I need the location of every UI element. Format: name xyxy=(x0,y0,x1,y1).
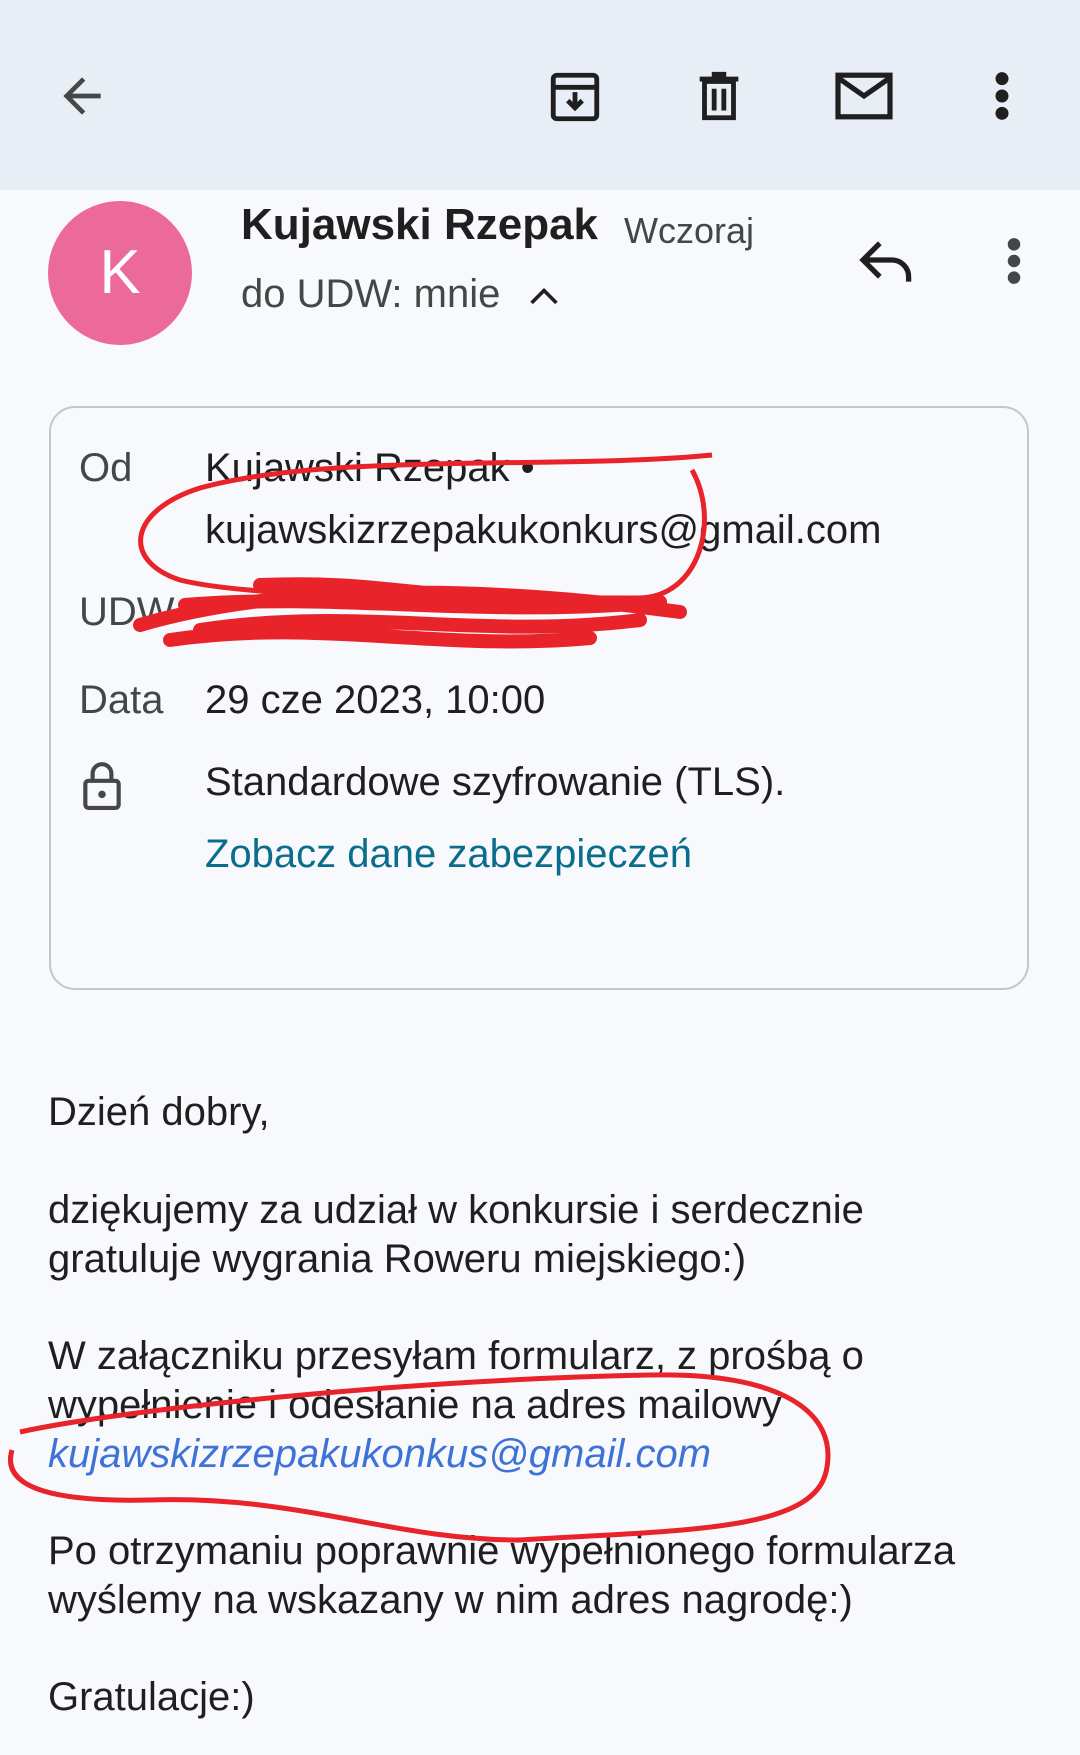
paragraph-1: dziękujemy za udział w konkursie i serde… xyxy=(48,1186,864,1284)
from-label: Od xyxy=(79,446,133,490)
paragraph-1-line-1: dziękujemy za udział w konkursie i serde… xyxy=(48,1188,864,1232)
message-more-icon[interactable] xyxy=(1002,236,1026,286)
paragraph-2: W załączniku przesyłam formularz, z proś… xyxy=(48,1332,864,1479)
date-label: Data xyxy=(79,678,164,722)
body-email-link[interactable]: kujawskizrzepakukonkus@gmail.com xyxy=(48,1430,864,1479)
from-name: Kujawski Rzepak • xyxy=(205,446,535,490)
closing: Gratulacje:) xyxy=(48,1675,255,1719)
more-vert-icon[interactable] xyxy=(990,70,1014,122)
security-details-link[interactable]: Zobacz dane zabezpieczeń xyxy=(205,832,692,877)
recipients-label: do UDW: mnie xyxy=(241,272,501,316)
paragraph-3: Po otrzymaniu poprawnie wypełnionego for… xyxy=(48,1527,955,1625)
message-time: Wczoraj xyxy=(624,210,755,251)
date-value: 29 cze 2023, 10:00 xyxy=(205,678,546,722)
lock-icon xyxy=(83,762,121,810)
paragraph-3-line-2: wyślemy na wskazany w nim adres nagrodę:… xyxy=(48,1578,853,1622)
paragraph-3-line-1: Po otrzymaniu poprawnie wypełnionego for… xyxy=(48,1529,956,1573)
from-email: kujawskizrzepakukonkurs@gmail.com xyxy=(205,508,882,552)
reply-icon[interactable] xyxy=(858,236,916,284)
back-arrow-icon[interactable] xyxy=(54,68,110,124)
avatar[interactable]: K xyxy=(48,201,192,345)
sender-name: Kujawski Rzepak xyxy=(241,200,599,249)
paragraph-1-line-2: gratuluje wygrania Roweru miejskiego:) xyxy=(48,1237,747,1281)
top-app-bar xyxy=(0,0,1080,190)
delete-icon[interactable] xyxy=(690,66,748,126)
message-details-card: Od Kujawski Rzepak • kujawskizrzepakukon… xyxy=(49,406,1029,990)
paragraph-2-line-1: W załączniku przesyłam formularz, z proś… xyxy=(48,1334,864,1378)
paragraph-2-line-2: wypełnienie i odesłanie na adres mailowy xyxy=(48,1383,782,1427)
mark-unread-icon[interactable] xyxy=(832,70,896,122)
chevron-up-icon xyxy=(530,288,559,305)
greeting: Dzień dobry, xyxy=(48,1090,270,1134)
encryption-text: Standardowe szyfrowanie (TLS). xyxy=(205,760,786,804)
recipients-toggle[interactable]: do UDW: mnie xyxy=(241,272,561,317)
bcc-label: UDW xyxy=(79,590,175,634)
archive-icon[interactable] xyxy=(546,68,604,126)
